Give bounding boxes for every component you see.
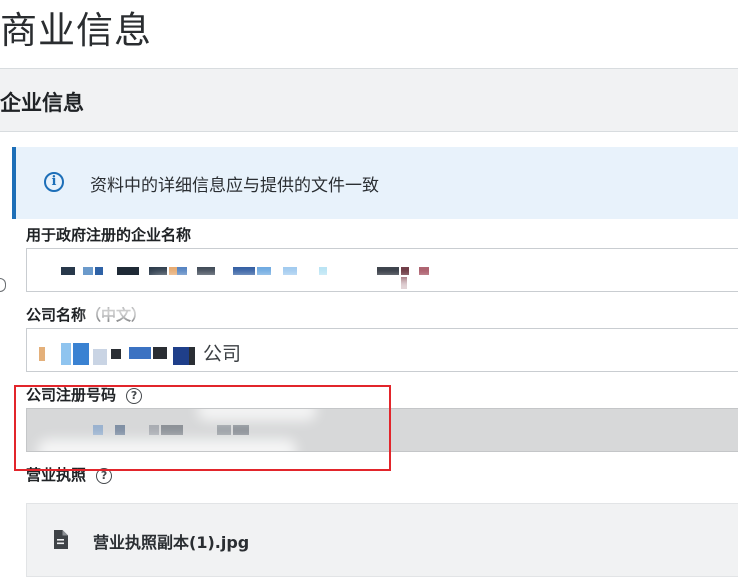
section-header: 企业信息 [0, 69, 738, 132]
document-icon [54, 530, 68, 549]
highlight-annotation-box [14, 385, 391, 471]
redacted-value [27, 329, 227, 371]
page-canvas: 商业信息 企业信息 i 资料中的详细信息应与提供的文件一致 用于政府注册的企业名… [0, 0, 738, 587]
registered-name-label: 用于政府注册的企业名称 [26, 226, 192, 244]
uploaded-file-name[interactable]: 营业执照副本(1).jpg [93, 529, 249, 553]
section-title: 企业信息 [0, 91, 84, 115]
registered-name-input[interactable] [26, 248, 738, 292]
info-banner-text: 资料中的详细信息应与提供的文件一致 [90, 176, 379, 196]
chinese-name-value-suffix: 公司 [203, 343, 242, 365]
chinese-name-input[interactable]: 公司 [26, 328, 738, 372]
uploaded-file-card[interactable]: 营业执照副本(1).jpg [26, 503, 738, 577]
page-title: 商业信息 [0, 9, 152, 52]
info-icon: i [44, 172, 64, 192]
info-banner: i 资料中的详细信息应与提供的文件一致 [12, 147, 738, 219]
